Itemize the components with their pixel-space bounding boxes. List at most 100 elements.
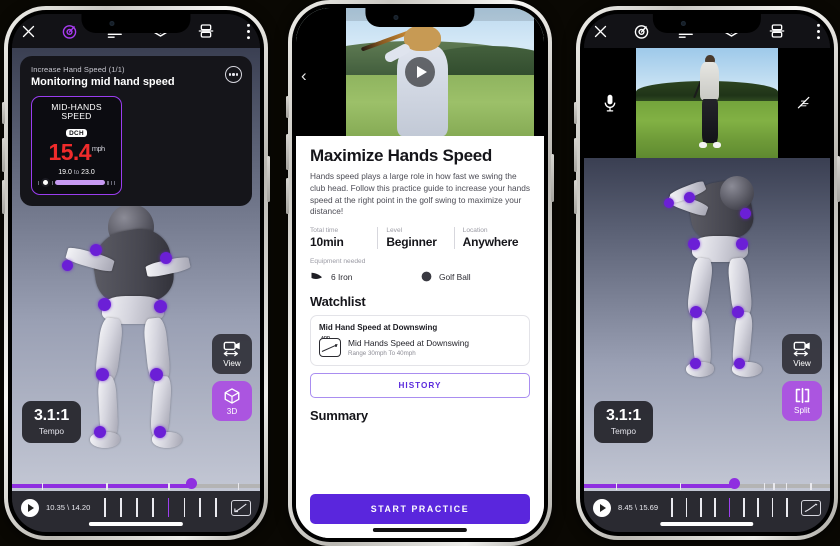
- frame-marker[interactable]: [743, 498, 745, 517]
- scrub-knob[interactable]: [729, 477, 741, 489]
- split-frame-icon: [198, 24, 214, 38]
- mode-3d-button[interactable]: 3D: [212, 381, 252, 421]
- card-subtitle: Increase Hand Speed (1/1): [31, 65, 125, 74]
- scrub-knob[interactable]: [185, 477, 197, 489]
- phone1-scrubber[interactable]: [12, 477, 260, 491]
- meta-level: Level Beginner: [377, 227, 453, 250]
- watchlist-heading: Watchlist: [310, 294, 366, 310]
- frame-markers[interactable]: [97, 498, 224, 517]
- gauge-knob[interactable]: [41, 178, 51, 188]
- frame-marker[interactable]: [685, 498, 688, 517]
- metric-card: Increase Hand Speed (1/1) Monitoring mid…: [20, 56, 252, 206]
- play-button[interactable]: [593, 498, 611, 517]
- avatar-arm-right: [145, 255, 191, 279]
- phone1-power-button: [267, 156, 270, 202]
- watchlist-item[interactable]: ADD Mid Hands Speed at Downswing Range 3…: [319, 334, 521, 358]
- meta-label: Level: [386, 227, 403, 235]
- avatar-arm-right: [669, 179, 707, 205]
- phone1-volume-up: [2, 138, 5, 172]
- cube-icon: [224, 387, 240, 404]
- scrub-tick: [168, 482, 170, 490]
- tempo-badge: 3.1:1 Tempo: [22, 401, 81, 443]
- graph-button[interactable]: [801, 499, 821, 516]
- card-more-button[interactable]: [225, 66, 242, 83]
- frame-marker[interactable]: [785, 498, 788, 517]
- summary-heading: Summary: [310, 408, 368, 424]
- frame-marker[interactable]: [671, 498, 674, 517]
- avatar-head: [108, 204, 154, 250]
- frame-marker[interactable]: [120, 498, 122, 517]
- phone1-3d-viewport[interactable]: Increase Hand Speed (1/1) Monitoring mid…: [12, 48, 260, 491]
- frame-marker[interactable]: [199, 498, 202, 517]
- view-button[interactable]: View: [782, 334, 822, 374]
- tempo-label: Tempo: [38, 426, 65, 436]
- metric-dot: [334, 344, 337, 347]
- avatar-foot-right: [732, 362, 762, 377]
- mode-3d-label: 3D: [226, 406, 238, 416]
- play-icon: [600, 503, 606, 512]
- frame-marker[interactable]: [700, 498, 702, 517]
- gauge-range-low: 19.0: [58, 168, 72, 176]
- phone2-home-indicator: [372, 528, 468, 532]
- video-play-button[interactable]: [405, 57, 435, 87]
- history-button[interactable]: HISTORY: [310, 373, 530, 399]
- avatar-arm-left: [666, 191, 710, 218]
- watchlist-card-title: Mid Hand Speed at Downswing: [319, 323, 438, 333]
- graph-button[interactable]: [231, 499, 251, 516]
- start-practice-button[interactable]: START PRACTICE: [310, 494, 530, 524]
- close-button[interactable]: [21, 14, 47, 48]
- frame-marker-active[interactable]: [167, 498, 170, 517]
- close-button[interactable]: [593, 14, 619, 48]
- view-button[interactable]: View: [212, 334, 252, 374]
- video-left-rail: [584, 48, 636, 158]
- avatar-hip: [102, 296, 164, 324]
- phone2-power-button: [551, 154, 554, 202]
- phone3-video-panel[interactable]: [584, 48, 830, 158]
- frame-marker[interactable]: [215, 498, 217, 517]
- back-button[interactable]: ‹: [301, 67, 307, 84]
- meta-row: Total time 10min Level Beginner Location…: [310, 227, 530, 250]
- phone-1-frame: Increase Hand Speed (1/1) Monitoring mid…: [2, 6, 270, 540]
- watchlist-card[interactable]: Mid Hand Speed at Downswing ADD Mid Hand…: [310, 315, 530, 367]
- gauge-tag: DCH: [65, 129, 88, 138]
- more-button[interactable]: [799, 14, 821, 48]
- avatar-shin-left: [97, 375, 119, 439]
- avatar-foot-right: [152, 432, 182, 448]
- avatar-torso: [88, 224, 178, 310]
- gauge-tick: [110, 180, 112, 185]
- mode-split-button[interactable]: Split: [782, 381, 822, 421]
- meta-label: Location: [462, 227, 488, 235]
- phone3-home-indicator: [660, 522, 754, 526]
- play-button[interactable]: [21, 498, 39, 517]
- frame-marker[interactable]: [757, 498, 759, 517]
- meta-location: Location Anywhere: [453, 227, 530, 250]
- frame-marker[interactable]: [771, 498, 774, 517]
- frame-marker[interactable]: [151, 498, 154, 517]
- more-button[interactable]: [229, 14, 251, 48]
- golf-club-icon: [311, 272, 322, 280]
- phone-2-frame: ‹ Maximize Hands Speed Hands speed plays…: [286, 0, 554, 546]
- gauge-tick: [113, 180, 115, 185]
- frame-marker[interactable]: [183, 498, 186, 517]
- frame-markers[interactable]: [665, 498, 794, 517]
- equipment-item-iron: 6 Iron: [310, 270, 420, 283]
- frame-marker[interactable]: [104, 498, 107, 517]
- frame-marker[interactable]: [714, 498, 717, 517]
- graph-icon: [234, 503, 247, 512]
- meta-value: 10min: [310, 235, 344, 250]
- frame-marker[interactable]: [136, 498, 138, 517]
- scrub-tick: [773, 482, 775, 490]
- swing-video: [636, 48, 778, 158]
- avatar-shin-left: [691, 311, 712, 369]
- phone3-scrubber[interactable]: [584, 477, 830, 491]
- split-icon: [795, 387, 809, 404]
- scrub-fill: [584, 484, 737, 488]
- card-title: Monitoring mid hand speed: [31, 75, 175, 88]
- frame-marker-active[interactable]: [728, 498, 731, 517]
- phone3-3d-viewport[interactable]: 3.1:1 Tempo View Split: [584, 158, 830, 491]
- more-vertical-icon: [247, 23, 250, 39]
- avatar-joint: [734, 358, 745, 369]
- metric-add-badge: ADD: [321, 334, 331, 340]
- practice-video-hero[interactable]: ‹: [296, 8, 544, 136]
- gauge-range-high: 23.0: [81, 168, 95, 176]
